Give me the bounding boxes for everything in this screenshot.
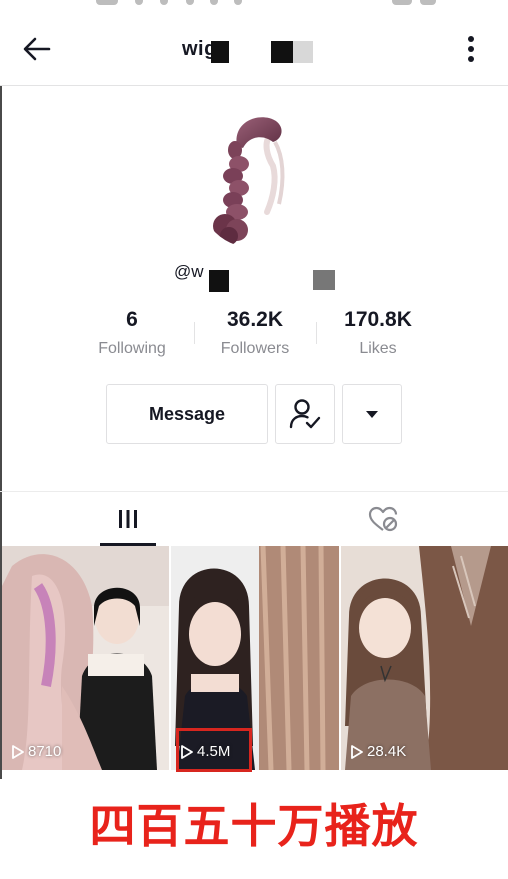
stat-value: 6 (126, 308, 138, 331)
play-icon (12, 744, 24, 759)
more-vertical-icon (468, 36, 474, 62)
profile-tabs (0, 491, 508, 546)
status-glyph (160, 0, 168, 5)
stat-following[interactable]: 6 Following (82, 308, 182, 358)
play-count: 8710 (12, 743, 61, 760)
stat-likes[interactable]: 170.8K Likes (328, 308, 428, 358)
video-thumbnail[interactable]: 28.4K (341, 546, 508, 770)
divider (194, 322, 195, 344)
profile-stats: 6 Following 36.2K Followers 170.8K Likes (85, 308, 425, 364)
stat-label: Followers (220, 340, 290, 357)
liked-hidden-icon (368, 506, 398, 532)
video-thumbnail-image (2, 546, 169, 770)
grid-bars-icon (119, 510, 137, 528)
highlight-annotation-box (176, 728, 252, 772)
profile-header: wig (0, 8, 508, 86)
play-count-value: 8710 (28, 743, 62, 760)
tab-liked[interactable] (308, 492, 458, 546)
profile-username: @w (174, 262, 204, 281)
avatar[interactable] (193, 108, 313, 248)
status-glyph (135, 0, 143, 5)
more-options-button[interactable] (456, 32, 486, 66)
more-actions-dropdown[interactable] (342, 384, 402, 444)
video-thumbnail-image (341, 546, 508, 770)
play-count: 28.4K (351, 743, 406, 760)
stat-value: 170.8K (344, 308, 412, 331)
redaction-block (293, 41, 313, 63)
following-status-button[interactable] (275, 384, 335, 444)
divider (316, 322, 317, 344)
redaction-block (209, 270, 229, 292)
stat-label: Following (98, 340, 166, 357)
stat-followers[interactable]: 36.2K Followers (205, 308, 305, 358)
status-bar (0, 0, 508, 8)
status-glyph (392, 0, 412, 5)
caret-down-icon (366, 411, 378, 418)
play-icon (351, 744, 363, 759)
stat-value: 36.2K (226, 308, 284, 331)
redaction-block (271, 41, 293, 63)
user-check-icon (289, 399, 321, 429)
status-glyph (210, 0, 218, 5)
redaction-block (313, 270, 335, 290)
tab-videos[interactable] (53, 492, 203, 546)
status-glyph (96, 0, 118, 5)
message-button[interactable]: Message (106, 384, 268, 444)
back-button[interactable] (20, 34, 54, 64)
status-glyph (420, 0, 436, 5)
status-glyph (186, 0, 194, 5)
braided-hair-avatar (213, 117, 285, 245)
video-grid: 8710 4.5M 28.4K (2, 546, 508, 770)
arrow-left-icon (23, 37, 51, 61)
video-thumbnail[interactable]: 8710 (2, 546, 169, 770)
redaction-block (211, 41, 229, 63)
annotation-caption: 四百五十万播放 (89, 799, 419, 853)
stat-label: Likes (359, 340, 397, 357)
play-count-value: 28.4K (367, 743, 407, 760)
status-glyph (234, 0, 242, 5)
